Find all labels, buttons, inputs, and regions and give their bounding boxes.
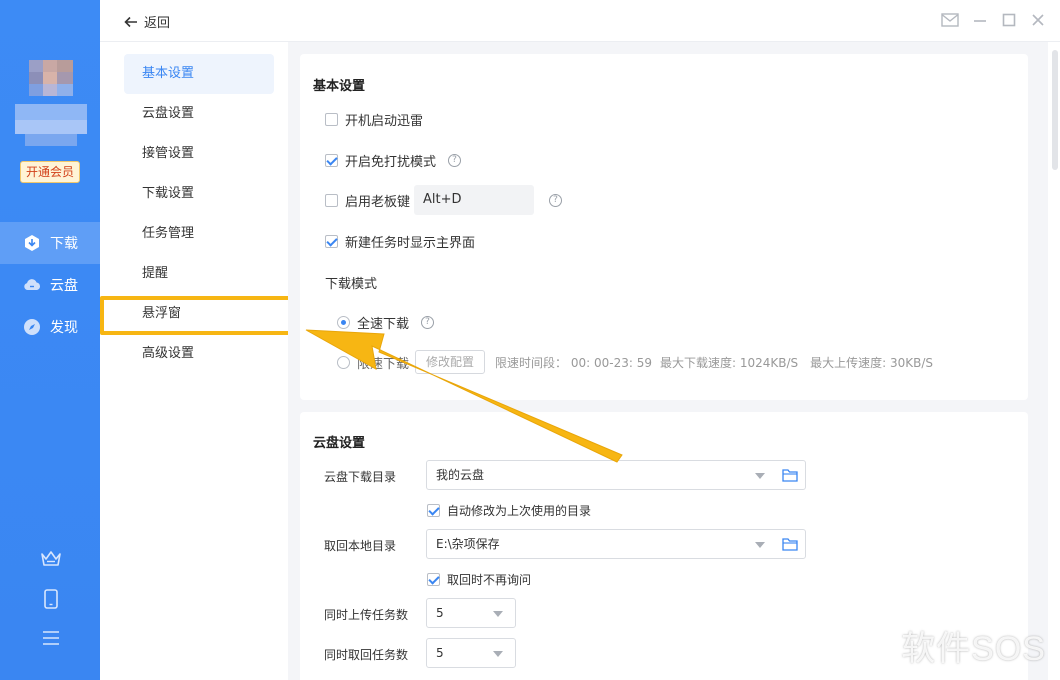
highlight-box [100, 296, 302, 335]
back-label: 返回 [144, 16, 171, 31]
category-takeover[interactable]: 接管设置 [124, 134, 274, 174]
bosskey-label: 启用老板键 [345, 194, 411, 210]
folder-icon[interactable] [782, 537, 798, 551]
top-bar: 返回 [100, 0, 1060, 42]
category-advanced[interactable]: 高级设置 [124, 334, 274, 374]
no-ask-label: 取回时不再询问 [447, 573, 532, 587]
max-download-speed-text: 最大下载速度: 1024KB/S [659, 355, 799, 370]
auto-modify-checkbox[interactable] [427, 504, 440, 517]
local-dir-select[interactable]: E:\杂项保存 [426, 529, 806, 559]
cloud-download-dir-select[interactable]: 我的云盘 [426, 460, 806, 490]
download-mode-title: 下载模式 [325, 277, 378, 292]
chevron-down-icon [493, 611, 503, 617]
dnd-label: 开启免打扰模式 [345, 155, 437, 170]
limit-period-text: 限速时间段： 00: 00-23: 59 [495, 355, 652, 370]
phone-button[interactable] [40, 588, 62, 610]
chevron-down-icon [755, 542, 765, 548]
autostart-checkbox[interactable] [325, 113, 338, 126]
bosskey-checkbox[interactable] [325, 193, 338, 207]
crown-icon [41, 551, 61, 566]
upload-tasks-value: 5 [436, 606, 444, 620]
folder-icon[interactable] [782, 468, 798, 482]
dnd-row: 开启免打扰模式 ? [325, 151, 462, 170]
max-upload-speed-text: 最大上传速度: 30KB/S [810, 355, 934, 370]
show-main-row: 新建任务时显示主界面 [325, 232, 475, 251]
scrollbar-thumb[interactable] [1052, 50, 1058, 170]
retrieve-tasks-label: 同时取回任务数 [324, 648, 409, 662]
watermark: 软件SOS [865, 621, 1046, 670]
category-download[interactable]: 下载设置 [124, 174, 274, 214]
close-icon[interactable] [1030, 12, 1046, 28]
full-speed-label: 全速下载 [357, 317, 410, 332]
bosskey-row: 启用老板键 Alt+D ? [325, 185, 563, 215]
cloud-download-dir-value: 我的云盘 [436, 468, 485, 482]
limit-speed-label: 限速下载 [357, 356, 410, 372]
phone-icon [44, 589, 58, 609]
logo-icon [868, 633, 892, 657]
auto-modify-label: 自动修改为上次使用的目录 [447, 504, 592, 518]
autostart-label: 开机启动迅雷 [345, 114, 424, 129]
left-sidebar: 开通会员 下载 云盘 发现 [0, 0, 100, 680]
category-cloud[interactable]: 云盘设置 [124, 94, 274, 134]
limit-speed-row: 限速下载 修改配置 限速时间段： 00: 00-23: 59 最大下载速度: 1… [337, 350, 933, 374]
category-basic[interactable]: 基本设置 [124, 54, 274, 94]
cloud-icon [24, 279, 41, 290]
crown-button[interactable] [40, 549, 62, 569]
nav-discover[interactable]: 发现 [0, 306, 100, 348]
autostart-row: 开机启动迅雷 [325, 110, 423, 129]
window-controls [941, 12, 1046, 28]
nav-download[interactable]: 下载 [0, 222, 100, 264]
settings-content: 基本设置 开机启动迅雷 开启免打扰模式 ? 启用老板键 Alt+D ? 新建任务… [288, 42, 1048, 680]
dnd-checkbox[interactable] [325, 154, 338, 167]
show-main-checkbox[interactable] [325, 235, 338, 248]
help-icon[interactable]: ? [421, 316, 435, 329]
upload-tasks-select[interactable]: 5 [426, 598, 516, 628]
local-dir-label: 取回本地目录 [324, 539, 397, 553]
scrollbar[interactable] [1050, 42, 1060, 680]
no-ask-checkbox[interactable] [427, 573, 440, 586]
download-icon [25, 235, 39, 251]
no-ask-row: 取回时不再询问 [427, 571, 531, 588]
back-button[interactable]: 返回 [124, 12, 170, 31]
help-icon[interactable]: ? [549, 193, 563, 207]
upload-tasks-label: 同时上传任务数 [324, 608, 409, 622]
retrieve-tasks-value: 5 [436, 646, 444, 660]
nav-cloud[interactable]: 云盘 [0, 264, 100, 306]
retrieve-tasks-select[interactable]: 5 [426, 638, 516, 668]
chevron-down-icon [755, 473, 765, 479]
full-speed-row: 全速下载 ? [337, 313, 435, 332]
local-dir-value: E:\杂项保存 [436, 537, 500, 551]
bosskey-input[interactable]: Alt+D [414, 185, 535, 215]
full-speed-radio[interactable] [337, 316, 350, 329]
main-menu-button[interactable] [40, 629, 62, 647]
maximize-icon[interactable] [1001, 12, 1017, 28]
auto-modify-row: 自动修改为上次使用的目录 [427, 502, 591, 519]
help-icon[interactable]: ? [448, 154, 462, 167]
category-reminder[interactable]: 提醒 [124, 254, 274, 294]
menu-icon [43, 631, 59, 645]
chevron-down-icon [493, 651, 503, 657]
cloud-settings-title: 云盘设置 [313, 436, 366, 451]
watermark-text: 软件SOS [901, 630, 1046, 668]
mail-icon[interactable] [941, 12, 959, 28]
nav-discover-label: 发现 [50, 320, 78, 336]
modify-config-button[interactable]: 修改配置 [415, 350, 486, 374]
vip-button[interactable]: 开通会员 [20, 161, 80, 183]
basic-settings-card: 基本设置 开机启动迅雷 开启免打扰模式 ? 启用老板键 Alt+D ? 新建任务… [300, 54, 1028, 400]
basic-settings-title: 基本设置 [313, 79, 366, 94]
cloud-download-dir-label: 云盘下载目录 [324, 470, 397, 484]
nav-download-label: 下载 [50, 236, 78, 252]
arrow-left-icon [124, 16, 137, 27]
minimize-icon[interactable] [972, 12, 988, 28]
nav-cloud-label: 云盘 [50, 278, 78, 294]
show-main-label: 新建任务时显示主界面 [345, 236, 476, 251]
category-task-management[interactable]: 任务管理 [124, 214, 274, 254]
limit-speed-radio[interactable] [337, 355, 350, 369]
avatar[interactable] [15, 60, 87, 148]
compass-icon [24, 319, 40, 335]
settings-category-list: 基本设置 云盘设置 接管设置 下载设置 任务管理 提醒 悬浮窗 高级设置 [100, 42, 288, 680]
